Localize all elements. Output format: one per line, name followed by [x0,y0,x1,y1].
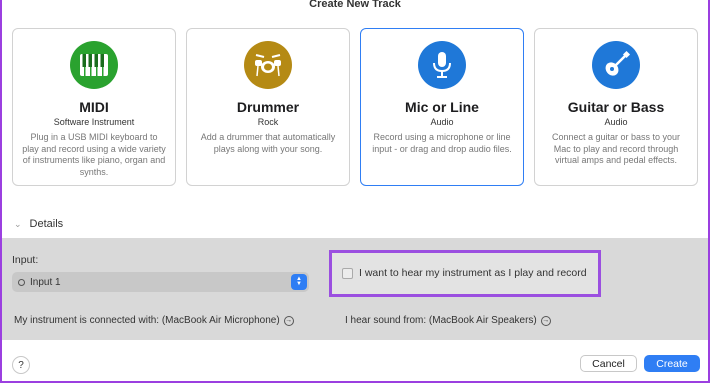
input-label: Input: [12,254,39,266]
card-subtitle: Rock [257,117,279,127]
card-subtitle: Audio [604,117,628,127]
card-subtitle: Software Instrument [53,117,135,127]
chevron-down-icon: ⌄ [14,218,22,229]
card-description: Record using a microphone or line input … [372,132,512,154]
details-panel: Input: Input 1 ▲ ▼ I want to hear my inst… [2,238,708,340]
card-mic-or-line[interactable]: Mic or Line Audio Record using a microph… [360,28,524,186]
card-midi[interactable]: MIDI Software Instrument Plug in a USB M… [12,28,176,186]
card-description: Plug in a USB MIDI keyboard to play and … [22,132,166,177]
monitor-checkbox-label: I want to hear my instrument as I play a… [359,267,587,279]
monitor-highlight: I want to hear my instrument as I play a… [329,250,601,297]
create-button[interactable]: Create [644,355,700,372]
card-subtitle: Audio [430,117,454,127]
drum-kit-icon [244,41,292,89]
create-track-dialog: Create New Track MIDI Software Instrumen… [0,0,710,383]
card-title: Drummer [236,99,300,115]
input-value: Input 1 [30,276,61,288]
details-disclosure[interactable]: ⌄ Details [14,218,63,230]
track-type-cards: MIDI Software Instrument Plug in a USB M… [12,28,702,188]
input-circle-icon [18,278,25,286]
hear-from-text: I hear sound from: (MacBook Air Speakers… [345,315,537,326]
cancel-button[interactable]: Cancel [580,355,637,372]
microphone-icon [418,41,466,89]
monitor-checkbox-row[interactable]: I want to hear my instrument as I play a… [342,267,587,279]
monitor-checkbox[interactable] [342,267,353,279]
dialog-title: Create New Track [309,0,401,10]
select-stepper-icon: ▲ ▼ [291,274,307,290]
card-guitar-or-bass[interactable]: Guitar or Bass Audio Connect a guitar or… [534,28,698,186]
piano-keys-icon [70,41,118,89]
arrow-right-circle-icon: → [540,315,551,326]
guitar-icon [592,41,640,89]
hear-sound-from-link[interactable]: I hear sound from: (MacBook Air Speakers… [345,315,551,326]
card-description: Add a drummer that automatically plays a… [200,132,336,154]
connected-with-text: My instrument is connected with: (MacBoo… [14,315,280,326]
connected-with-link[interactable]: My instrument is connected with: (MacBoo… [14,315,294,326]
card-title: Guitar or Bass [567,99,665,115]
card-title: MIDI [79,99,109,115]
card-drummer[interactable]: Drummer Rock Add a drummer that automati… [186,28,350,186]
details-label: Details [29,218,64,230]
card-description: Connect a guitar or bass to your Mac to … [551,132,681,165]
help-button[interactable]: ? [12,356,30,374]
arrow-right-circle-icon: → [283,315,294,326]
card-title: Mic or Line [405,99,479,115]
input-select[interactable]: Input 1 ▲ ▼ [12,272,309,292]
